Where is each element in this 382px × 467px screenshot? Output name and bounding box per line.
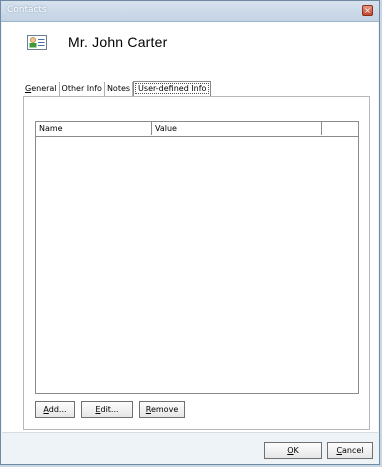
close-icon: × xyxy=(364,6,371,15)
cancel-button[interactable]: Cancel xyxy=(327,442,373,459)
window-title: Contacts xyxy=(7,5,47,15)
list-header: Name Value xyxy=(36,122,358,137)
tab-other-info[interactable]: Other Info xyxy=(60,82,105,96)
add-button[interactable]: Add... xyxy=(35,401,75,418)
ok-button[interactable]: OK xyxy=(264,442,322,459)
tab-general[interactable]: General xyxy=(23,82,60,96)
contact-card-icon xyxy=(27,35,47,50)
edit-button[interactable]: Edit... xyxy=(81,401,133,418)
contacts-dialog: Contacts × Mr. John Carter General Other… xyxy=(0,0,380,465)
column-header-filler xyxy=(322,122,358,135)
tab-user-defined-info[interactable]: User-defined Info xyxy=(133,81,212,96)
user-defined-list[interactable]: Name Value xyxy=(35,121,359,394)
column-header-name[interactable]: Name xyxy=(36,122,152,135)
close-button[interactable]: × xyxy=(362,5,373,16)
contact-name: Mr. John Carter xyxy=(68,34,168,50)
tab-notes[interactable]: Notes xyxy=(105,82,134,96)
title-bar[interactable]: Contacts × xyxy=(1,1,379,22)
remove-button[interactable]: Remove xyxy=(139,401,185,418)
tab-strip: General Other Info Notes User-defined In… xyxy=(23,81,212,96)
column-header-value[interactable]: Value xyxy=(152,122,322,135)
